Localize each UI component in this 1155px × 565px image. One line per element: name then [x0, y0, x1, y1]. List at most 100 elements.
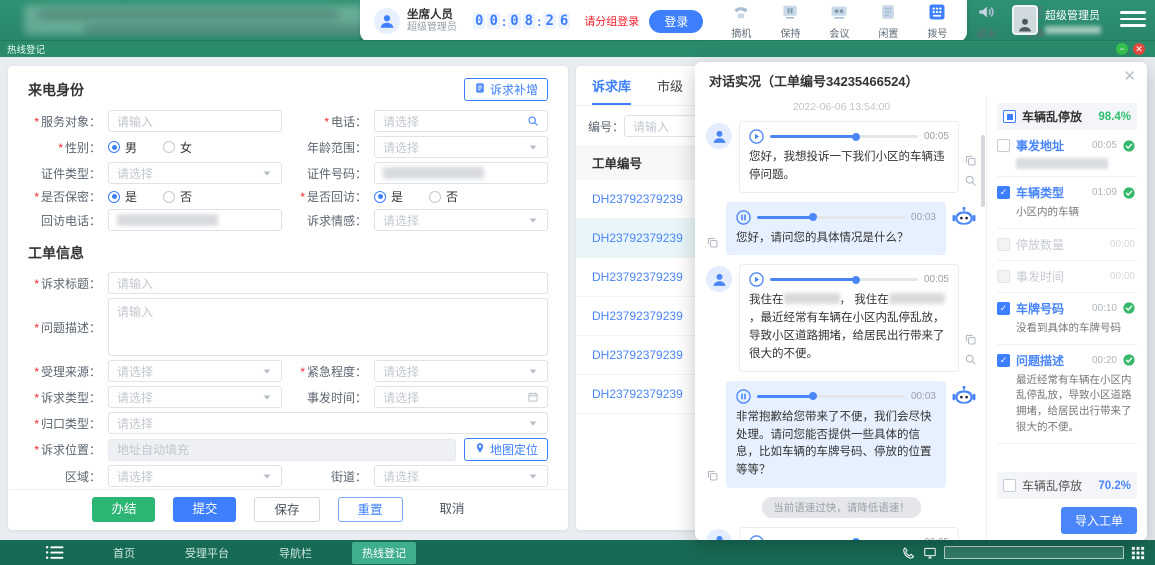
toolbar-idle-button[interactable]: 闲置: [872, 2, 904, 40]
nav-list-icon[interactable]: [45, 545, 65, 560]
select-input[interactable]: 请选择: [374, 360, 548, 382]
audio-progress-track[interactable]: [770, 278, 918, 281]
order-number-link[interactable]: DH23792379239: [592, 348, 683, 362]
submit-button[interactable]: 提交: [173, 497, 236, 522]
slot-top-checkbox[interactable]: [1003, 110, 1016, 123]
copy-icon[interactable]: [964, 154, 977, 167]
text-input[interactable]: [108, 209, 282, 231]
radio-option[interactable]: 是: [108, 188, 137, 205]
order-number-link[interactable]: DH23792379239: [592, 387, 683, 401]
bottom-tab-hotline-register[interactable]: 热线登记: [352, 542, 416, 564]
select-input[interactable]: 请选择: [108, 162, 282, 184]
select-input[interactable]: 请选择: [374, 136, 548, 158]
slot-checkbox[interactable]: ✓: [997, 302, 1010, 315]
toolbar-dial-button[interactable]: 拨号: [921, 2, 953, 40]
save-button[interactable]: 保存: [254, 497, 319, 522]
select-input[interactable]: 请选择: [108, 465, 282, 487]
tab-city-level[interactable]: 市级: [657, 76, 683, 105]
user-profile[interactable]: 超级管理员: [1012, 5, 1101, 35]
appeal-supplement-button[interactable]: 诉求补增: [464, 78, 548, 101]
select-input[interactable]: 请选择: [374, 209, 548, 231]
text-input[interactable]: 请选择: [374, 386, 548, 408]
slot-bottom-checkbox[interactable]: [1003, 479, 1016, 492]
slot-checkbox[interactable]: ✓: [997, 354, 1010, 367]
slot-item: 事发时间00:00: [997, 261, 1137, 293]
status-input[interactable]: [944, 546, 1124, 559]
bottom-tab-home[interactable]: 首页: [103, 542, 145, 564]
pause-icon[interactable]: [736, 389, 751, 404]
slot-checkbox[interactable]: ✓: [997, 186, 1010, 199]
calendar-icon[interactable]: [527, 391, 539, 403]
import-order-button[interactable]: 导入工单: [1061, 507, 1137, 534]
toolbar-label: 退出: [976, 25, 996, 40]
audio-progress-track[interactable]: [757, 216, 905, 219]
chat-scrollbar[interactable]: [981, 135, 985, 207]
inspect-icon[interactable]: [964, 174, 977, 187]
play-icon[interactable]: [749, 272, 764, 287]
inspect-icon[interactable]: [964, 353, 977, 366]
toolbar-hold-button[interactable]: 保持: [774, 2, 806, 40]
reset-button[interactable]: 重置: [338, 497, 403, 522]
play-icon[interactable]: [749, 535, 764, 540]
audio-progress-handle[interactable]: [852, 133, 860, 141]
copy-icon[interactable]: [706, 236, 719, 249]
strip-tab-label[interactable]: 热线登记: [7, 42, 45, 56]
radio-option[interactable]: 是: [374, 188, 403, 205]
speed-notice: 当前语速过快，请降低语速！: [762, 497, 921, 518]
map-locate-button[interactable]: 地图定位: [464, 438, 548, 461]
select-input[interactable]: 请选择: [108, 386, 282, 408]
slot-checkbox[interactable]: [997, 139, 1010, 152]
cancel-button[interactable]: 取消: [421, 497, 484, 522]
radio-option[interactable]: 男: [108, 139, 137, 156]
toolbar-exit-button[interactable]: 退出: [970, 2, 1002, 40]
order-number-link[interactable]: DH23792379239: [592, 270, 683, 284]
text-input[interactable]: [374, 162, 548, 184]
message-bubble: 00:03您好，请问您的具体情况是什么？: [726, 202, 946, 256]
audio-progress-track[interactable]: [770, 135, 918, 138]
menu-hamburger-icon[interactable]: [1120, 11, 1146, 31]
radio-option[interactable]: 否: [429, 188, 458, 205]
audio-progress-handle[interactable]: [852, 276, 860, 284]
copy-icon[interactable]: [706, 469, 719, 482]
select-input[interactable]: 请选择: [374, 465, 548, 487]
login-button[interactable]: 登录: [649, 10, 703, 33]
text-input[interactable]: 请输入: [108, 272, 548, 294]
textarea-input[interactable]: 请输入: [108, 298, 548, 356]
text-input[interactable]: 请输入: [108, 110, 282, 132]
text-input[interactable]: 请选择: [374, 110, 548, 132]
order-number-link[interactable]: DH23792379239: [592, 231, 683, 245]
bottom-tab-nav-bar[interactable]: 导航栏: [269, 542, 322, 564]
slot-row: ✓车辆类型01:09: [997, 184, 1135, 201]
slot-checkbox[interactable]: [997, 238, 1010, 251]
audio-progress-handle[interactable]: [809, 213, 817, 221]
copy-icon[interactable]: [964, 333, 977, 346]
play-icon[interactable]: [749, 129, 764, 144]
order-number-link[interactable]: DH23792379239: [592, 309, 683, 323]
toolbar-conference-button[interactable]: 会议: [823, 2, 855, 40]
audio-progress-handle[interactable]: [852, 538, 860, 540]
pause-icon[interactable]: [736, 210, 751, 225]
dialog-close-icon[interactable]: ✕: [1123, 69, 1136, 84]
complete-button[interactable]: 办结: [92, 497, 155, 522]
select-input[interactable]: 请选择: [108, 412, 548, 434]
tab-appeal-library[interactable]: 诉求库: [592, 76, 631, 105]
bottom-tab-acceptance-platform[interactable]: 受理平台: [175, 542, 239, 564]
radio-option[interactable]: 女: [163, 139, 192, 156]
order-number-link[interactable]: DH23792379239: [592, 192, 683, 206]
search-icon[interactable]: [527, 115, 539, 127]
dialpad-grid-icon[interactable]: [1131, 546, 1145, 560]
close-window-icon[interactable]: ✕: [1133, 43, 1145, 55]
audio-progress-handle[interactable]: [809, 392, 817, 400]
phone-icon[interactable]: [902, 546, 916, 560]
monitor-icon[interactable]: [923, 546, 937, 560]
audio-duration: 00:05: [924, 131, 949, 142]
main-content: 来电身份诉求补增*服务对象：请输入*电话：请选择*性别：男女年龄范围：请选择证件…: [0, 57, 1155, 540]
radio-option[interactable]: 否: [163, 188, 192, 205]
message-tools: [964, 333, 977, 366]
audio-progress-track[interactable]: [757, 395, 905, 398]
select-input[interactable]: 请选择: [108, 360, 282, 382]
slot-checkbox[interactable]: [997, 270, 1010, 283]
redacted-user-id: [1045, 26, 1101, 34]
minimize-icon[interactable]: −: [1116, 43, 1128, 55]
toolbar-pickup-button[interactable]: 摘机: [725, 2, 757, 40]
